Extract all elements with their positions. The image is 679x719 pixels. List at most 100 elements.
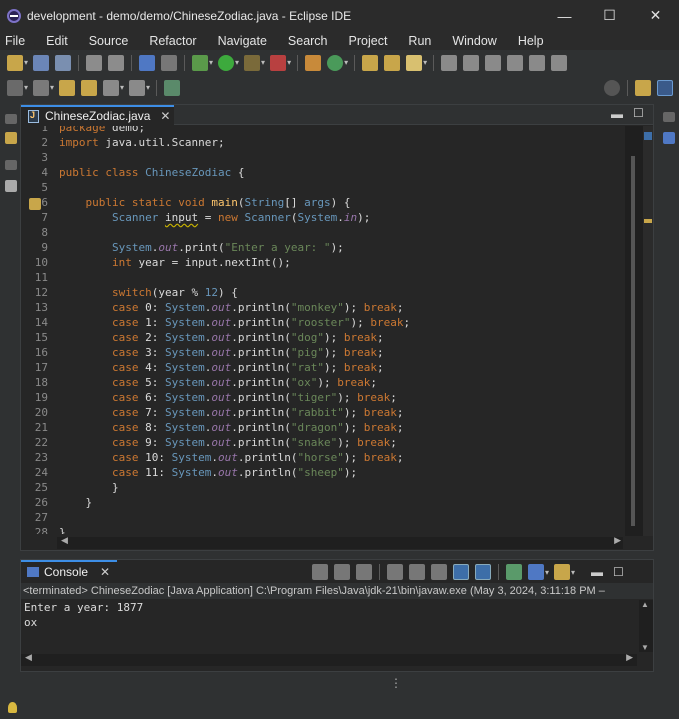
last-edit-icon[interactable] bbox=[164, 79, 181, 96]
back-icon[interactable] bbox=[103, 79, 120, 96]
save-icon[interactable] bbox=[33, 54, 50, 71]
scroll-left-icon[interactable]: ◀ bbox=[61, 535, 68, 546]
search-icon[interactable] bbox=[604, 79, 620, 96]
next-annotation-icon[interactable] bbox=[81, 79, 98, 96]
restore-icon[interactable] bbox=[5, 114, 17, 124]
code-text[interactable]: package demo; bbox=[59, 126, 145, 135]
code-line[interactable]: 12 switch(year % 12) { bbox=[21, 285, 625, 300]
code-text[interactable]: Scanner input = new Scanner(System.in); bbox=[59, 210, 370, 225]
show-on-output-icon[interactable] bbox=[453, 564, 469, 580]
code-text[interactable]: } bbox=[59, 495, 92, 510]
restore-icon[interactable] bbox=[663, 112, 675, 122]
lightbulb-icon[interactable] bbox=[8, 702, 17, 713]
save-all-icon[interactable] bbox=[55, 54, 72, 71]
code-text[interactable]: public static void main(String[] args) { bbox=[59, 195, 351, 210]
new-java-package-icon[interactable] bbox=[305, 54, 322, 71]
code-area[interactable]: 1 package demo; 2 import java.util.Scanner;… bbox=[21, 126, 625, 534]
display-selected-console-icon[interactable] bbox=[528, 564, 544, 580]
code-text[interactable]: case 6: System.out.println("tiger"); bre… bbox=[59, 390, 397, 405]
show-whitespace-icon[interactable] bbox=[551, 54, 568, 71]
java-perspective-icon[interactable] bbox=[657, 79, 673, 96]
remove-all-terminated-icon[interactable] bbox=[356, 564, 372, 580]
code-text[interactable]: case 2: System.out.println("dog"); break… bbox=[59, 330, 384, 345]
redo-icon[interactable] bbox=[108, 54, 125, 71]
restore-icon[interactable] bbox=[5, 160, 17, 170]
tab-chinese-zodiac-java[interactable]: ChineseZodiac.java ✕ bbox=[21, 105, 174, 125]
code-text[interactable]: System.out.print("Enter a year: "); bbox=[59, 240, 344, 255]
minimize-button[interactable]: — bbox=[542, 0, 587, 31]
menu-navigate[interactable]: Navigate bbox=[213, 34, 275, 48]
warning-marker[interactable] bbox=[644, 219, 652, 223]
maximize-icon[interactable]: ☐ bbox=[633, 106, 644, 120]
maximize-button[interactable]: ☐ bbox=[587, 0, 632, 31]
console-output[interactable]: Enter a year: 1877 ox bbox=[24, 600, 143, 630]
search-icon[interactable] bbox=[406, 54, 423, 71]
code-text[interactable]: case 1: System.out.println("rooster"); b… bbox=[59, 315, 410, 330]
package-explorer-icon[interactable] bbox=[5, 132, 17, 144]
code-line[interactable]: 16 case 3: System.out.println("pig"); br… bbox=[21, 345, 625, 360]
coverage-icon[interactable] bbox=[244, 54, 261, 71]
task-list-icon[interactable] bbox=[663, 132, 675, 144]
new-java-class-icon[interactable] bbox=[327, 54, 344, 71]
scroll-lock-icon[interactable] bbox=[409, 564, 425, 580]
terminate-icon[interactable] bbox=[312, 564, 328, 580]
minimize-icon[interactable]: ▬ bbox=[591, 565, 603, 579]
pin-console-icon[interactable] bbox=[506, 564, 522, 580]
run-icon[interactable] bbox=[218, 54, 235, 71]
close-tab-icon[interactable]: ✕ bbox=[160, 109, 170, 123]
code-line[interactable]: 14 case 1: System.out.println("rooster")… bbox=[21, 315, 625, 330]
scroll-right-icon[interactable]: ▶ bbox=[614, 535, 621, 546]
editor-horizontal-scrollbar[interactable]: ◀ ▶ bbox=[57, 535, 623, 549]
toggle-edit-icon[interactable] bbox=[463, 54, 480, 71]
code-text[interactable]: switch(year % 12) { bbox=[59, 285, 238, 300]
code-line[interactable]: 19 case 6: System.out.println("tiger"); … bbox=[21, 390, 625, 405]
code-text[interactable]: case 0: System.out.println("monkey"); br… bbox=[59, 300, 403, 315]
terminal-icon[interactable] bbox=[139, 54, 156, 71]
toggle-mark-occurrences-icon[interactable] bbox=[441, 54, 458, 71]
code-line[interactable]: 27 bbox=[21, 510, 625, 525]
console-horizontal-scrollbar[interactable]: ◀ ▶ bbox=[21, 652, 637, 666]
code-text[interactable]: case 5: System.out.println("ox"); break; bbox=[59, 375, 377, 390]
clear-console-icon[interactable] bbox=[387, 564, 403, 580]
menu-source[interactable]: Source bbox=[84, 34, 137, 48]
scroll-down-icon[interactable]: ▼ bbox=[641, 643, 649, 652]
menu-file[interactable]: File bbox=[0, 34, 33, 48]
code-text[interactable]: case 9: System.out.println("snake"); bre… bbox=[59, 435, 397, 450]
code-text[interactable]: case 11: System.out.println("sheep"); bbox=[59, 465, 357, 480]
external-tools-icon[interactable] bbox=[270, 54, 287, 71]
code-line[interactable]: 17 case 4: System.out.println("rat"); br… bbox=[21, 360, 625, 375]
open-perspective-icon[interactable] bbox=[635, 79, 651, 96]
menu-help[interactable]: Help bbox=[513, 34, 552, 48]
code-line[interactable]: 2 import java.util.Scanner; bbox=[21, 135, 625, 150]
skip-breakpoints-icon[interactable] bbox=[161, 54, 178, 71]
open-console-icon[interactable] bbox=[554, 564, 571, 580]
maximize-icon[interactable]: ☐ bbox=[613, 565, 624, 579]
scroll-right-icon[interactable]: ▶ bbox=[626, 652, 633, 663]
code-text[interactable]: } bbox=[59, 525, 66, 534]
outline-icon[interactable] bbox=[5, 180, 17, 192]
menu-refactor[interactable]: Refactor bbox=[144, 34, 204, 48]
close-console-icon[interactable]: ✕ bbox=[100, 565, 110, 579]
drag-handle-icon[interactable]: ⋮ bbox=[390, 676, 402, 690]
code-line[interactable]: 26 } bbox=[21, 495, 625, 510]
code-line[interactable]: 23 case 10: System.out.println("horse");… bbox=[21, 450, 625, 465]
code-line[interactable]: 10 int year = input.nextInt(); bbox=[21, 255, 625, 270]
minimize-icon[interactable]: ▬ bbox=[611, 107, 623, 121]
code-line[interactable]: 11 bbox=[21, 270, 625, 285]
code-text[interactable]: public class ChineseZodiac { bbox=[59, 165, 244, 180]
code-text[interactable]: case 4: System.out.println("rat"); break… bbox=[59, 360, 384, 375]
code-line[interactable]: 3 bbox=[21, 150, 625, 165]
code-text[interactable]: case 10: System.out.println("horse"); br… bbox=[59, 450, 403, 465]
code-line[interactable]: 21 case 8: System.out.println("dragon");… bbox=[21, 420, 625, 435]
menu-search[interactable]: Search bbox=[283, 34, 336, 48]
scroll-thumb[interactable] bbox=[631, 156, 635, 526]
block-selection-icon[interactable] bbox=[507, 54, 524, 71]
code-text[interactable]: case 8: System.out.println("dragon"); br… bbox=[59, 420, 403, 435]
scroll-up-icon[interactable]: ▲ bbox=[641, 600, 649, 609]
code-text[interactable]: } bbox=[59, 480, 119, 495]
menu-window[interactable]: Window bbox=[447, 34, 504, 48]
code-line[interactable]: 8 bbox=[21, 225, 625, 240]
code-line[interactable]: 13 case 0: System.out.println("monkey");… bbox=[21, 300, 625, 315]
code-line[interactable]: 6 public static void main(String[] args)… bbox=[21, 195, 625, 210]
previous-annotation-icon[interactable] bbox=[59, 79, 76, 96]
